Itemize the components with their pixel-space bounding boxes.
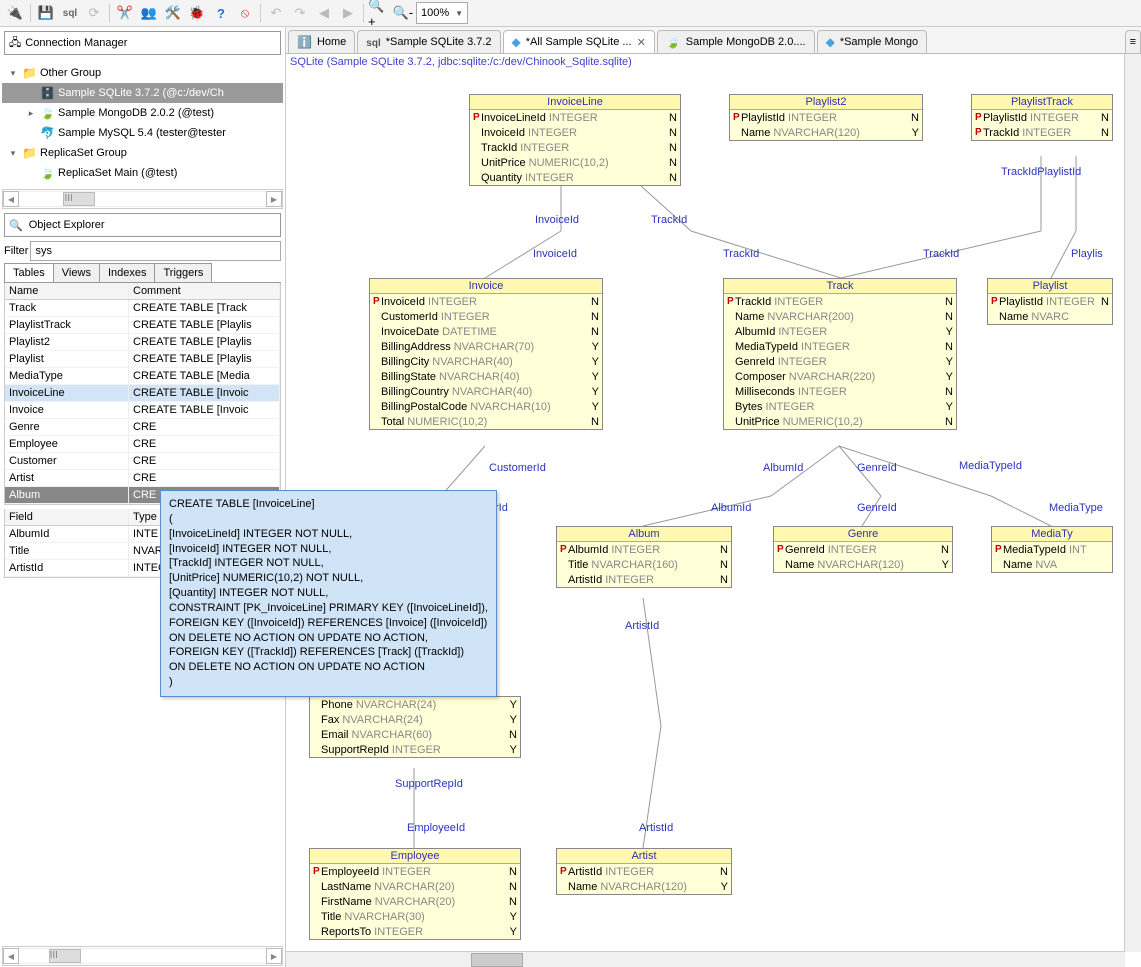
fk-label: TrackId bbox=[651, 214, 687, 226]
table-row[interactable]: GenreCRE bbox=[5, 419, 280, 436]
oe-tab-views[interactable]: Views bbox=[53, 263, 100, 282]
table-row[interactable]: Playlist2CREATE TABLE [Playlis bbox=[5, 334, 280, 351]
table-row[interactable]: MediaTypeCREATE TABLE [Media bbox=[5, 368, 280, 385]
tree-hscrollbar[interactable]: ◀III▶ bbox=[2, 189, 283, 209]
entity-Invoice[interactable]: InvoicePInvoiceIdINTEGERNCustomerIdINTEG… bbox=[369, 278, 603, 430]
zoom-out-icon[interactable]: 🔍- bbox=[392, 2, 414, 24]
connection-tree[interactable]: ▾📁Other Group🗄️Sample SQLite 3.7.2 (@c:/… bbox=[0, 59, 285, 187]
fk-label: EmployeeId bbox=[407, 822, 465, 834]
tree-item[interactable]: ▸🍃Sample MongoDB 2.0.2 (@test) bbox=[2, 103, 283, 123]
tree-item[interactable]: 🍃ReplicaSet Main (@test) bbox=[2, 163, 283, 183]
connection-manager-title: 🖧 Connection Manager bbox=[4, 31, 281, 55]
entity-MediaType[interactable]: MediaTyPMediaTypeIdINTNameNVA bbox=[991, 526, 1113, 573]
undo-icon[interactable]: ↶ bbox=[265, 2, 287, 24]
object-explorer-tabs: TablesViewsIndexesTriggers bbox=[4, 263, 281, 283]
zoom-in-icon[interactable]: 🔍+ bbox=[368, 2, 390, 24]
oe-tab-tables[interactable]: Tables bbox=[4, 263, 54, 282]
editor-tabbar: ℹ️Homesql*Sample SQLite 3.7.2◆*All Sampl… bbox=[286, 27, 1141, 54]
cut-icon[interactable]: ✂️ bbox=[114, 2, 136, 24]
entity-InvoiceLine[interactable]: InvoiceLinePInvoiceLineIdINTEGERNInvoice… bbox=[469, 94, 681, 186]
fk-label: TrackId bbox=[923, 248, 959, 260]
fk-label: InvoiceId bbox=[535, 214, 579, 226]
ddl-tooltip: CREATE TABLE [InvoiceLine] ( [InvoiceLin… bbox=[160, 490, 497, 697]
entity-Album[interactable]: AlbumPAlbumIdINTEGERNTitleNVARCHAR(160)N… bbox=[556, 526, 732, 588]
sql-icon[interactable]: sql bbox=[59, 2, 81, 24]
zoom-value: 100% bbox=[421, 7, 449, 19]
fk-label: ArtistId bbox=[639, 822, 673, 834]
entity-Artist[interactable]: ArtistPArtistIdINTEGERNNameNVARCHAR(120)… bbox=[556, 848, 732, 895]
fk-label: AlbumId bbox=[711, 502, 751, 514]
next-icon[interactable]: ▶ bbox=[337, 2, 359, 24]
connect-icon[interactable]: 🔌 bbox=[4, 2, 26, 24]
fk-label: MediaTypeId bbox=[959, 460, 1022, 472]
dropdown-arrow-icon: ▼ bbox=[455, 9, 463, 18]
fk-label: TrackIdPlaylistId bbox=[1001, 166, 1081, 178]
fk-label: CustomerId bbox=[489, 462, 546, 474]
entity-Employee[interactable]: EmployeePEmployeeIdINTEGERNLastNameNVARC… bbox=[309, 848, 521, 940]
fk-label: ArtistId bbox=[625, 620, 659, 632]
editor-tab[interactable]: 🍃Sample MongoDB 2.0.... bbox=[657, 30, 815, 53]
tabbar-menu-icon[interactable]: ≡ bbox=[1125, 30, 1141, 53]
redo-icon[interactable]: ↷ bbox=[289, 2, 311, 24]
close-icon[interactable]: ✕ bbox=[637, 36, 646, 49]
tree-item[interactable]: 🗄️Sample SQLite 3.7.2 (@c:/dev/Ch bbox=[2, 83, 283, 103]
fk-label: AlbumId bbox=[763, 462, 803, 474]
history-icon[interactable]: ⟳ bbox=[83, 2, 105, 24]
bug-icon[interactable]: 🐞 bbox=[186, 2, 208, 24]
filter-label: Filter bbox=[4, 245, 28, 257]
editor-tab[interactable]: ℹ️Home bbox=[288, 30, 355, 53]
table-row[interactable]: CustomerCRE bbox=[5, 453, 280, 470]
canvas-hscrollbar[interactable] bbox=[286, 951, 1125, 967]
tables-grid[interactable]: Name Comment TrackCREATE TABLE [TrackPla… bbox=[4, 283, 281, 505]
oe-hscrollbar[interactable]: ◀III▶ bbox=[2, 946, 283, 966]
table-row[interactable]: InvoiceLineCREATE TABLE [Invoic bbox=[5, 385, 280, 402]
zoom-combo[interactable]: 100% ▼ bbox=[416, 2, 468, 24]
entity-PlaylistTrack[interactable]: PlaylistTrackPPlaylistIdINTEGERNPTrackId… bbox=[971, 94, 1113, 141]
canvas-vscrollbar[interactable] bbox=[1124, 54, 1141, 952]
entity-Playlist2[interactable]: Playlist2PPlaylistIdINTEGERNNameNVARCHAR… bbox=[729, 94, 923, 141]
server-icon: 🖧 bbox=[9, 34, 21, 53]
table-row[interactable]: TrackCREATE TABLE [Track bbox=[5, 300, 280, 317]
entity-Genre[interactable]: GenrePGenreIdINTEGERNNameNVARCHAR(120)Y bbox=[773, 526, 953, 573]
object-explorer-search[interactable] bbox=[27, 218, 276, 232]
fk-label: Playlis bbox=[1071, 248, 1103, 260]
col-name[interactable]: Name bbox=[5, 283, 129, 299]
object-explorer-title: 🔍 bbox=[4, 213, 281, 237]
col-comment[interactable]: Comment bbox=[129, 283, 280, 299]
main-toolbar: 🔌 💾 sql ⟳ ✂️ 👥 🛠️ 🐞 ? ⦸ ↶ ↷ ◀ ▶ 🔍+ 🔍- 10… bbox=[0, 0, 1141, 27]
editor-tab[interactable]: ◆*All Sample SQLite ...✕ bbox=[503, 30, 655, 53]
stop-icon[interactable]: ⦸ bbox=[234, 2, 256, 24]
entity-Playlist[interactable]: PlaylistPPlaylistIdINTEGERNNameNVARC bbox=[987, 278, 1113, 325]
fk-label: InvoiceId bbox=[533, 248, 577, 260]
fk-label: GenreId bbox=[857, 502, 897, 514]
search-icon: 🔍 bbox=[9, 219, 23, 232]
entity-Track[interactable]: TrackPTrackIdINTEGERNNameNVARCHAR(200)NA… bbox=[723, 278, 957, 430]
fk-label: MediaType bbox=[1049, 502, 1103, 514]
save-icon[interactable]: 💾 bbox=[35, 2, 57, 24]
fk-label: GenreId bbox=[857, 462, 897, 474]
fk-label: TrackId bbox=[723, 248, 759, 260]
entity-CustomerTail[interactable]: PhoneNVARCHAR(24)YFaxNVARCHAR(24)YEmailN… bbox=[309, 696, 521, 758]
table-row[interactable]: EmployeeCRE bbox=[5, 436, 280, 453]
table-row[interactable]: InvoiceCREATE TABLE [Invoic bbox=[5, 402, 280, 419]
tree-item[interactable]: ▾📁Other Group bbox=[2, 63, 283, 83]
oe-tab-triggers[interactable]: Triggers bbox=[154, 263, 212, 282]
oe-tab-indexes[interactable]: Indexes bbox=[99, 263, 156, 282]
tree-item[interactable]: 🐬Sample MySQL 5.4 (tester@tester bbox=[2, 123, 283, 143]
fk-label: SupportRepId bbox=[395, 778, 463, 790]
filter-input[interactable] bbox=[30, 241, 281, 261]
table-row[interactable]: ArtistCRE bbox=[5, 470, 280, 487]
table-row[interactable]: PlaylistTrackCREATE TABLE [Playlis bbox=[5, 317, 280, 334]
users-icon[interactable]: 👥 bbox=[138, 2, 160, 24]
editor-tab[interactable]: sql*Sample SQLite 3.7.2 bbox=[357, 30, 500, 53]
editor-tab[interactable]: ◆*Sample Mongo bbox=[817, 30, 928, 53]
col-field[interactable]: Field bbox=[5, 509, 129, 525]
tools-icon[interactable]: 🛠️ bbox=[162, 2, 184, 24]
help-icon[interactable]: ? bbox=[210, 2, 232, 24]
prev-icon[interactable]: ◀ bbox=[313, 2, 335, 24]
table-row[interactable]: PlaylistCREATE TABLE [Playlis bbox=[5, 351, 280, 368]
tree-item[interactable]: ▾📁ReplicaSet Group bbox=[2, 143, 283, 163]
